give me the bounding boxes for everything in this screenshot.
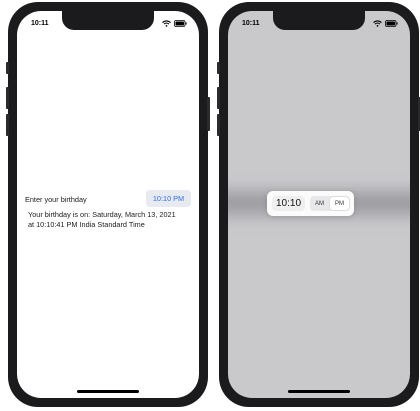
right-screen: 10:11 10:10 AM PM [228,11,410,398]
battery-icon [385,20,398,27]
status-icons [162,20,187,27]
volume-down-button [6,114,9,136]
time-value: 10:10 PM [152,194,185,203]
ringer-switch [217,62,220,74]
status-icons [373,20,398,27]
volume-up-button [6,87,9,109]
time-picker-popover: 10:10 AM PM [267,191,354,216]
home-indicator[interactable] [288,390,350,393]
wifi-icon [162,20,171,27]
left-screen: 10:11 Enter your birthday 10:10 PM Your … [17,11,199,398]
left-phone: 10:11 Enter your birthday 10:10 PM Your … [6,2,210,407]
volume-down-button [217,114,220,136]
wifi-icon [373,20,382,27]
am-segment[interactable]: AM [310,196,329,211]
picker-time-value: 10:10 [275,198,302,209]
notch [273,11,365,30]
result-line-1: Your birthday is on: Saturday, March 13,… [28,210,176,219]
status-time: 10:11 [31,20,49,27]
right-phone: 10:11 10:10 AM PM [217,2,420,407]
picker-time-field[interactable]: 10:10 [272,196,305,211]
battery-icon [174,20,187,27]
side-button [207,97,210,131]
notch [62,11,154,30]
birthday-result-text: Your birthday is on: Saturday, March 13,… [28,210,196,230]
result-line-2: at 10:10:41 PM India Standard Time [28,220,145,229]
birthday-prompt-label: Enter your birthday [25,195,87,204]
am-pm-segmented-control: AM PM [310,196,350,211]
home-indicator[interactable] [77,390,139,393]
status-time: 10:11 [242,20,260,27]
ringer-switch [6,62,9,74]
birthday-time-picker-button[interactable]: 10:10 PM [146,190,191,207]
pm-segment[interactable]: PM [330,197,349,210]
volume-up-button [217,87,220,109]
